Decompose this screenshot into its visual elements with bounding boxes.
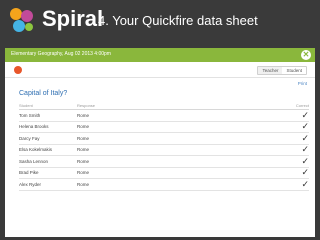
close-icon[interactable]: ✕ xyxy=(301,50,311,60)
student-response: Rome xyxy=(77,135,90,141)
app-window: Elementary Geography, Aug 02 2013 4:00pm… xyxy=(5,48,315,237)
check-icon: ✓ xyxy=(301,167,309,178)
student-name: Darcy Fay xyxy=(19,135,40,141)
student-response: Rome xyxy=(77,170,90,176)
view-tabs: Teacher Student xyxy=(257,66,307,75)
student-name: Alex Ryder xyxy=(19,181,42,187)
spiral-logo-icon xyxy=(10,8,38,36)
check-icon: ✓ xyxy=(301,132,309,143)
header-response: Response xyxy=(77,102,96,108)
student-name: Elsa Kokelmakis xyxy=(19,147,53,153)
student-response: Rome xyxy=(77,112,90,118)
sub-header: Teacher Student xyxy=(5,62,315,78)
check-icon: ✓ xyxy=(301,144,309,155)
student-response: Rome xyxy=(77,147,90,153)
slide-title: 4. Your Quickfire data sheet xyxy=(98,13,258,28)
table-row: Brad Pike Rome ✓ xyxy=(19,167,309,179)
table-row: Alex Ryder Rome ✓ xyxy=(19,179,309,191)
question-title: Capital of Italy? xyxy=(19,90,68,97)
table-header: Student Response Correct xyxy=(19,101,309,110)
header-correct: Correct xyxy=(295,102,309,108)
student-name: Brad Pike xyxy=(19,170,39,176)
session-title: Elementary Geography, Aug 02 2013 4:00pm xyxy=(11,51,111,57)
student-response: Rome xyxy=(77,124,90,130)
table-row: Elsa Kokelmakis Rome ✓ xyxy=(19,144,309,156)
check-icon: ✓ xyxy=(301,155,309,166)
student-response: Rome xyxy=(77,181,90,187)
check-icon: ✓ xyxy=(301,109,309,120)
print-button[interactable]: Print xyxy=(298,81,307,86)
slide-header: Spiral 4. Your Quickfire data sheet xyxy=(0,0,320,44)
student-name: Tom Smith xyxy=(19,112,41,118)
tab-teacher[interactable]: Teacher xyxy=(258,67,283,74)
student-response: Rome xyxy=(77,158,90,164)
check-icon: ✓ xyxy=(301,178,309,189)
table-row: Tom Smith Rome ✓ xyxy=(19,110,309,122)
results-table: Student Response Correct Tom Smith Rome … xyxy=(19,101,309,191)
brand-name: Spiral xyxy=(42,6,104,31)
app-logo-icon xyxy=(14,66,22,74)
table-row: Sasha Lennon Rome ✓ xyxy=(19,156,309,168)
student-name: Helena Brooks xyxy=(19,124,49,130)
tab-student[interactable]: Student xyxy=(282,67,306,74)
print-row: Print xyxy=(5,78,315,88)
student-name: Sasha Lennon xyxy=(19,158,49,164)
check-icon: ✓ xyxy=(301,121,309,132)
table-row: Helena Brooks Rome ✓ xyxy=(19,121,309,133)
header-student: Student xyxy=(19,102,33,108)
table-row: Darcy Fay Rome ✓ xyxy=(19,133,309,145)
window-topbar: Elementary Geography, Aug 02 2013 4:00pm… xyxy=(5,48,315,62)
